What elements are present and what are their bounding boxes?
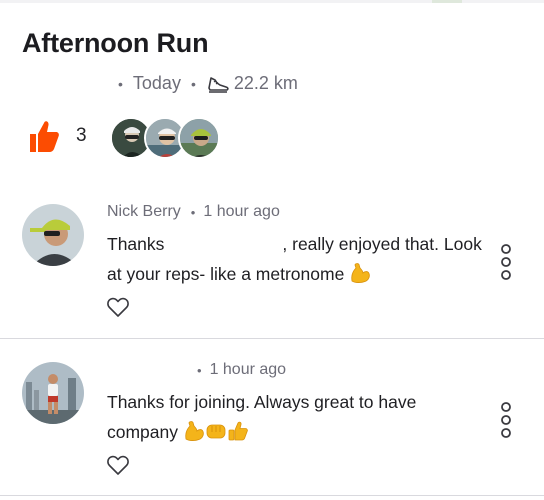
- more-vertical-icon[interactable]: [498, 402, 514, 438]
- flexed-biceps-icon: [185, 421, 204, 441]
- meta-separator: •: [197, 362, 202, 378]
- thumbs-up-icon[interactable]: [28, 118, 60, 154]
- avatar[interactable]: [178, 117, 220, 159]
- avatar[interactable]: [22, 362, 84, 424]
- comment-time: 1 hour ago: [203, 203, 280, 220]
- comment-divider: [0, 338, 544, 339]
- oncoming-fist-icon: [206, 424, 226, 439]
- avatar[interactable]: [22, 204, 84, 266]
- comment-header: • 1 hour ago: [107, 361, 286, 379]
- comment-text-body: Thanks for joining. Always great to have…: [107, 392, 417, 442]
- comment-text: Thanks, really enjoyed that. Look at you…: [107, 229, 487, 289]
- heart-outline-icon[interactable]: [106, 296, 130, 318]
- meta-separator: •: [118, 75, 123, 92]
- activity-date: Today: [132, 73, 181, 93]
- comment-time: 1 hour ago: [209, 361, 287, 378]
- comment-divider: [0, 495, 544, 496]
- thumbs-up-emoji-icon: [228, 421, 248, 441]
- comment-item: • 1 hour ago Thanks for joining. Always …: [0, 340, 544, 496]
- flexed-biceps-icon: [351, 263, 370, 283]
- kudos-count[interactable]: 3: [76, 125, 87, 147]
- more-vertical-icon[interactable]: [498, 244, 514, 280]
- top-edge: [0, 0, 544, 3]
- comment-header: Nick Berry • 1 hour ago: [107, 203, 280, 221]
- meta-separator: •: [190, 75, 196, 92]
- comment-author[interactable]: Nick Berry: [107, 203, 181, 221]
- activity-distance: 22.2 km: [233, 73, 298, 93]
- top-edge-hint: [432, 0, 462, 3]
- comment-text: Thanks for joining. Always great to have…: [107, 387, 487, 447]
- meta-separator: •: [190, 204, 196, 220]
- comment-text-start: Thanks: [107, 234, 165, 254]
- kudos-row: 3: [28, 118, 87, 154]
- activity-meta: • Today • 22.2 km: [118, 73, 298, 94]
- kudos-avatars[interactable]: [110, 117, 222, 161]
- heart-outline-icon[interactable]: [106, 454, 130, 476]
- comment-item: Nick Berry • 1 hour ago Thanks, really e…: [0, 190, 544, 339]
- running-shoe-icon: [208, 76, 229, 93]
- activity-title: Afternoon Run: [22, 28, 209, 58]
